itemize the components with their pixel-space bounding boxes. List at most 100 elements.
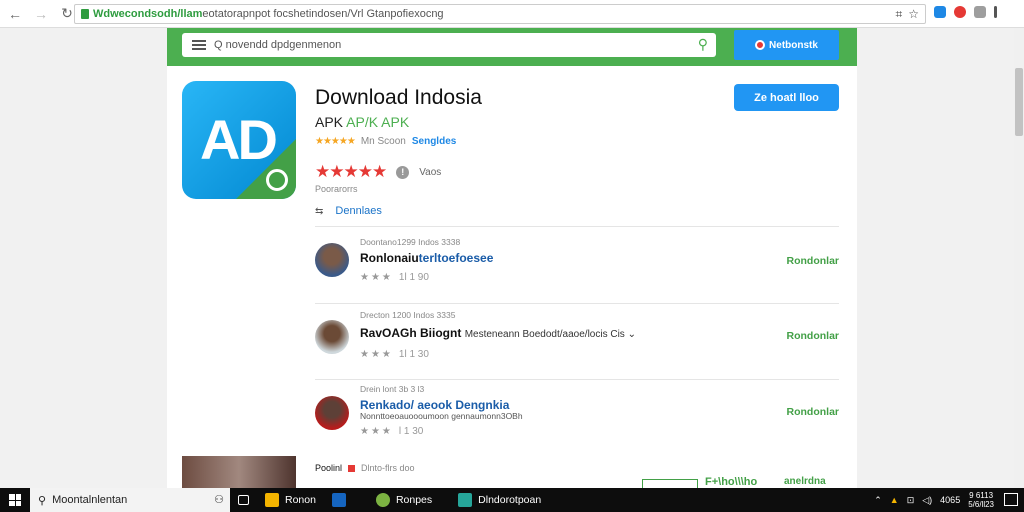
forward-arrow-icon[interactable]: → (30, 3, 52, 25)
review-star-glyphs: ★★★ (360, 272, 393, 283)
lock-icon (81, 9, 89, 19)
search-input[interactable]: Q novendd dpdgenmenon ⚲ (182, 33, 716, 57)
app-icon (331, 493, 346, 507)
review-author-extra: Mesteneann Boedodt/aaoe/locis Cis ⌄ (464, 329, 636, 340)
avatar (315, 396, 349, 430)
browser-icon (375, 493, 390, 507)
review-author-extra: terltoefoesee (418, 251, 494, 265)
review-item: Drecton 1200 Indos 3335 RavOAGh Biiognt … (315, 303, 839, 380)
related-app-label: Poolinl Dlnto-flrs doo (315, 463, 415, 473)
related-app-link-2[interactable]: anelrdna (784, 476, 826, 487)
task-view-button[interactable] (230, 488, 257, 512)
taskbar-app-1[interactable] (324, 488, 354, 512)
system-tray: ⌃ ▲ ⊡ ◁) 4065 9 6113 5/6/ll23 (874, 488, 994, 512)
chevron-up-icon[interactable]: ⌃ (874, 495, 882, 506)
review-stars: ★★★ 1l 1 30 (360, 349, 429, 360)
hamburger-menu-icon[interactable] (192, 40, 206, 50)
url-host: Wdwecondsodh/llam (93, 8, 203, 20)
taskbar-app-label: Ronon (285, 494, 316, 506)
clock[interactable]: 9 6113 5/6/ll23 (968, 491, 994, 509)
header-button-label: Netbonstk (769, 39, 818, 51)
task-view-icon (238, 495, 249, 505)
search-icon: ⚲ (38, 494, 47, 507)
review-star-glyphs: ★★★ (360, 349, 393, 360)
tray-text: 4065 (940, 495, 961, 505)
back-arrow-icon[interactable]: ← (4, 3, 26, 25)
developer-icon: ⇆ (315, 205, 324, 217)
app-icon: AD (182, 81, 296, 199)
app-subtitle: APK AP/K APK (315, 114, 409, 130)
app-detail-card: AD Download Indosia APK AP/K APK ★★★★★ M… (167, 66, 857, 488)
header-action-button[interactable]: Netbonstk (734, 30, 839, 60)
microphone-icon[interactable]: ⚇ (214, 493, 224, 506)
rating-row: ★★★★★ ! Vaos (315, 162, 441, 182)
windows-start-icon[interactable] (0, 488, 30, 512)
avatar (315, 320, 349, 354)
review-item: Drein lont 3b 3 l3 Renkado/ aeook Dengnk… (315, 379, 839, 456)
download-button[interactable]: Ze hoatl lloo (734, 84, 839, 111)
volume-icon[interactable]: ◁) (922, 495, 932, 506)
review-author-name: Renkado/ aeook Dengnkia (360, 398, 510, 412)
bookmark-star-icon[interactable]: ☆ (908, 7, 919, 22)
extension-icon[interactable] (954, 6, 966, 18)
subtitle-part: APK (381, 114, 410, 130)
red-badge-icon (348, 464, 356, 472)
search-icon[interactable]: ⚲ (698, 36, 708, 53)
review-count: 1l 1 30 (398, 349, 429, 360)
review-author: Ronlonaiuterltoefoesee (360, 251, 493, 265)
network-icon[interactable]: ⊡ (907, 495, 915, 506)
small-stars: ★★★★★ (315, 136, 356, 147)
extension-icon[interactable] (934, 6, 946, 18)
review-author: Renkado/ aeook Dengnkia (360, 398, 509, 412)
address-bar[interactable]: Wdwecondsodh/llam eotatorapnpot focsheti… (74, 4, 926, 24)
search-placeholder: Q novendd dpdgenmenon (214, 39, 342, 51)
review-action-link[interactable]: Rondonlar (787, 330, 840, 342)
review-count: l 1 30 (398, 426, 424, 437)
meta-text: Mn Scoon (360, 136, 406, 147)
review-action-link[interactable]: Rondonlar (787, 406, 840, 418)
taskbar-app-2[interactable]: Ronpes (368, 488, 440, 512)
review-date: Drecton 1200 Indos 3335 (360, 310, 456, 320)
related-app-link[interactable]: F+\ho\\\ho (705, 476, 757, 488)
flower-icon (755, 40, 766, 50)
leaf-badge-icon (266, 169, 288, 191)
app-title: Download Indosia (315, 86, 482, 109)
rating-stars: ★★★★★ (315, 162, 387, 181)
review-author: RavOAGh Biiognt Mesteneann Boedodt/aaoe/… (360, 326, 636, 340)
taskbar-app-3[interactable]: Dlndorotpoan (450, 488, 549, 512)
rating-count: Poorarorrs (315, 184, 358, 194)
subtitle-part: AP/K (346, 114, 379, 130)
notification-icon[interactable] (1004, 493, 1018, 506)
review-item: Doontano1299 Indos 3338 Ronlonaiuterltoe… (315, 226, 839, 303)
taskbar-search-text: Moontalnlentan (52, 494, 128, 506)
taskbar-app-label: Ronpes (395, 494, 433, 506)
developer-row[interactable]: ⇆ Dennlaes (315, 205, 382, 217)
menu-dots-icon[interactable] (994, 6, 997, 18)
taskbar-app-0[interactable]: Ronon (257, 488, 324, 512)
review-star-glyphs: ★★★ (360, 426, 393, 437)
taskbar-search-input[interactable]: ⚲ Moontalnlentan ⚇ (30, 488, 230, 512)
related-app-thumbnail[interactable] (182, 456, 296, 488)
scroll-thumb[interactable] (1015, 68, 1023, 136)
clock-time: 9 6113 (969, 491, 994, 500)
review-action-link[interactable]: Rondonlar (787, 255, 840, 267)
info-icon[interactable]: ! (396, 165, 410, 179)
meta-link[interactable]: Sengldes (412, 136, 456, 147)
taskbar: ⚲ Moontalnlentan ⚇ Ronon Ronpes Dlndorot… (0, 488, 1024, 512)
app-icon (458, 493, 473, 507)
warning-icon[interactable]: ▲ (890, 495, 899, 505)
review-stars: ★★★ l 1 30 (360, 426, 423, 437)
scrollbar[interactable] (1014, 28, 1024, 488)
related-app-subtitle: Dlnto-flrs doo (361, 463, 415, 473)
review-date: Doontano1299 Indos 3338 (360, 237, 461, 247)
subtitle-part: APK (315, 114, 344, 130)
review-date: Drein lont 3b 3 l3 (360, 384, 425, 394)
rating-text: Vaos (419, 166, 442, 178)
extension-icon[interactable] (974, 6, 986, 18)
review-snippet: Nonnttoeoauoooumoon gennaumonn3OBh (360, 411, 523, 421)
taskbar-app-label: Dlndorotpoan (478, 494, 542, 506)
review-count: 1l 1 90 (398, 272, 429, 283)
cast-icon[interactable]: ⌗ (895, 7, 902, 22)
browser-toolbar: ← → ↻ Wdwecondsodh/llam eotatorapnpot fo… (0, 0, 1024, 28)
review-author-name: RavOAGh Biiognt (360, 326, 462, 340)
